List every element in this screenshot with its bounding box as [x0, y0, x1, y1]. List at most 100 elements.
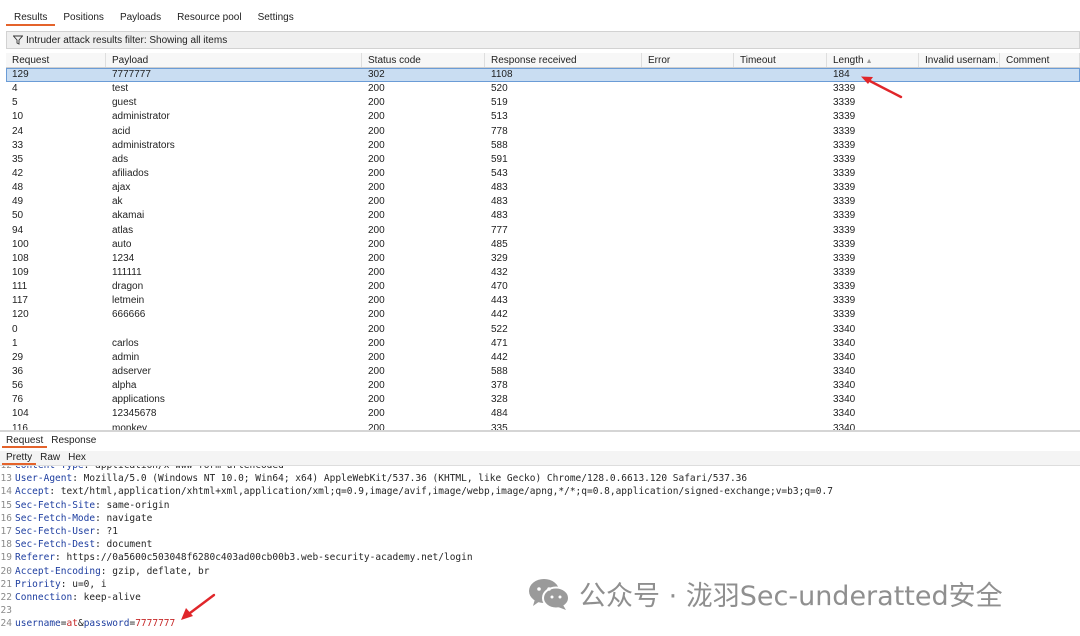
table-row[interactable]: 111 dragon 200 470 3339 — [6, 280, 1080, 294]
cell-payload: monkey — [112, 422, 148, 430]
cell-payload: carlos — [112, 337, 139, 349]
table-row[interactable]: 117 letmein 200 443 3339 — [6, 294, 1080, 308]
table-row[interactable]: 56 alpha 200 378 3340 — [6, 379, 1080, 393]
cell-status-code: 200 — [368, 167, 385, 179]
tab-raw[interactable]: Raw — [36, 451, 64, 465]
column-header-comment[interactable]: Comment — [1000, 53, 1080, 67]
header-line: 18 Sec-Fetch-Dest: document — [0, 538, 1080, 551]
cell-comment — [1000, 238, 1080, 252]
cell-payload: 12345678 — [112, 408, 157, 420]
cell-status-code: 200 — [368, 111, 385, 123]
cell-invalid-username — [919, 407, 1000, 421]
cell-status-code: 200 — [368, 97, 385, 109]
column-header-length[interactable]: Length ▲ — [827, 53, 919, 67]
header-name: Connection — [15, 591, 73, 603]
column-header-timeout[interactable]: Timeout — [734, 53, 827, 67]
cell-comment — [1000, 365, 1080, 379]
cell-error — [642, 209, 734, 223]
results-filter-bar[interactable]: Intruder attack results filter: Showing … — [6, 31, 1080, 49]
table-row[interactable]: 120 666666 200 442 3339 — [6, 308, 1080, 322]
cell-payload: administrators — [112, 139, 175, 151]
cell-error — [642, 167, 734, 181]
table-row[interactable]: 108 1234 200 329 3339 — [6, 252, 1080, 266]
cell-request: 94 — [12, 224, 24, 236]
cell-error — [642, 68, 734, 82]
cell-request: 49 — [12, 196, 24, 208]
cell-payload: test — [112, 83, 129, 95]
tab-hex[interactable]: Hex — [64, 451, 90, 465]
cell-error — [642, 82, 734, 96]
panel-divider[interactable] — [0, 430, 1080, 432]
cell-error — [642, 351, 734, 365]
table-row[interactable]: 94 atlas 200 777 3339 — [6, 224, 1080, 238]
table-row[interactable]: 109 111111 200 432 3339 — [6, 266, 1080, 280]
cell-length: 3340 — [833, 323, 856, 335]
cell-timeout — [734, 139, 827, 153]
table-row[interactable]: 116 monkey 200 335 3340 — [6, 422, 1080, 430]
cell-length: 3339 — [833, 83, 856, 95]
table-row[interactable]: 1 carlos 200 471 3340 — [6, 337, 1080, 351]
table-row[interactable]: 129 7777777 302 1108 184 — [6, 68, 1080, 83]
table-row[interactable]: 50 akamai 200 483 3339 — [6, 209, 1080, 223]
header-name: User-Agent — [15, 473, 73, 485]
tab-response[interactable]: Response — [47, 433, 100, 448]
table-row[interactable]: 100 auto 200 485 3339 — [6, 238, 1080, 252]
tab-pretty[interactable]: Pretty — [2, 451, 37, 465]
cell-timeout — [734, 252, 827, 266]
cell-response-received: 484 — [491, 408, 508, 420]
cell-request: 76 — [12, 394, 24, 406]
cell-invalid-username — [919, 139, 1000, 153]
cell-invalid-username — [919, 68, 1000, 82]
cell-payload: auto — [112, 238, 132, 250]
tab-results[interactable]: Results — [6, 10, 56, 26]
cell-status-code: 200 — [368, 238, 385, 250]
cell-request: 0 — [12, 323, 18, 335]
table-row[interactable]: 10 administrator 200 513 3339 — [6, 110, 1080, 124]
cell-response-received: 483 — [491, 210, 508, 222]
table-row[interactable]: 76 applications 200 328 3340 — [6, 393, 1080, 407]
column-header-response-received[interactable]: Response received — [485, 53, 642, 67]
table-row[interactable]: 36 adserver 200 588 3340 — [6, 365, 1080, 379]
cell-status-code: 200 — [368, 365, 385, 377]
tab-settings[interactable]: Settings — [250, 10, 302, 26]
tab-resource-pool[interactable]: Resource pool — [169, 10, 249, 26]
header-name: Priority — [15, 578, 61, 590]
table-row[interactable]: 24 acid 200 778 3339 — [6, 125, 1080, 139]
table-body: 129 7777777 302 1108 184 4 test 200 520 3339 5 gues… — [6, 68, 1080, 430]
column-header-status-code[interactable]: Status code — [362, 53, 485, 67]
cell-invalid-username — [919, 181, 1000, 195]
table-row[interactable]: 104 12345678 200 484 3340 — [6, 407, 1080, 421]
column-header-error[interactable]: Error — [642, 53, 734, 67]
cell-response-received: 442 — [491, 309, 508, 321]
cell-request: 48 — [12, 182, 24, 194]
cell-invalid-username — [919, 195, 1000, 209]
table-row[interactable]: 42 afiliados 200 543 3339 — [6, 167, 1080, 181]
tab-positions[interactable]: Positions — [55, 10, 112, 26]
table-row[interactable]: 49 ak 200 483 3339 — [6, 195, 1080, 209]
table-row[interactable]: 35 ads 200 591 3339 — [6, 153, 1080, 167]
table-row[interactable]: 5 guest 200 519 3339 — [6, 96, 1080, 110]
sort-ascending-icon: ▲ — [865, 58, 873, 65]
cell-request: 108 — [12, 252, 29, 264]
column-header-invalid-username[interactable]: Invalid usernam... — [919, 53, 1000, 67]
line-number: 15 — [0, 499, 12, 511]
cell-response-received: 588 — [491, 365, 508, 377]
cell-length: 3340 — [833, 351, 856, 363]
column-header-request[interactable]: Request — [6, 53, 106, 67]
header-name: Accept — [15, 486, 50, 498]
cell-error — [642, 153, 734, 167]
line-number: 21 — [0, 578, 12, 590]
cell-response-received: 432 — [491, 266, 508, 278]
table-row[interactable]: 29 admin 200 442 3340 — [6, 351, 1080, 365]
column-header-payload[interactable]: Payload — [106, 53, 362, 67]
table-row[interactable]: 0 200 522 3340 — [6, 323, 1080, 337]
cell-response-received: 470 — [491, 281, 508, 293]
tab-payloads[interactable]: Payloads — [112, 10, 169, 26]
request-body-line: 24 username = at & password = 7777777 — [0, 617, 1080, 630]
header-name: Accept-Encoding — [15, 565, 101, 577]
table-row[interactable]: 48 ajax 200 483 3339 — [6, 181, 1080, 195]
table-row[interactable]: 4 test 200 520 3339 — [6, 82, 1080, 96]
table-row[interactable]: 33 administrators 200 588 3339 — [6, 139, 1080, 153]
tab-request[interactable]: Request — [2, 433, 48, 448]
cell-timeout — [734, 110, 827, 124]
